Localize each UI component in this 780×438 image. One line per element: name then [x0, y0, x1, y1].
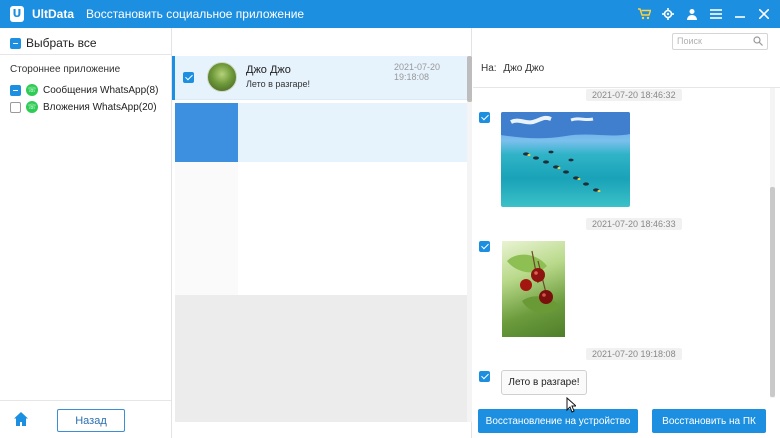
- left-panel: Выбрать все Стороннее приложение ☏ Сообщ…: [0, 28, 172, 438]
- chat-list-item[interactable]: Джо Джо Лето в разгаре! 2021-07-20 19:18…: [172, 56, 468, 100]
- home-icon[interactable]: [13, 411, 29, 427]
- mouse-cursor-icon: [566, 397, 576, 413]
- message-checkbox[interactable]: [479, 112, 490, 123]
- recipient-name: Джо Джо: [503, 63, 545, 74]
- chat-time: 2021-07-20 19:18:08: [394, 62, 441, 82]
- tree-item-label: Сообщения WhatsApp(8): [43, 84, 159, 96]
- whatsapp-icon: ☏: [26, 84, 38, 96]
- app-name: UltData: [32, 7, 75, 21]
- tree-item-whatsapp-attachments[interactable]: ☏ Вложения WhatsApp(20): [10, 101, 157, 113]
- titlebar-controls: [632, 0, 776, 28]
- tree-item-whatsapp-messages[interactable]: ☏ Сообщения WhatsApp(8): [10, 84, 158, 96]
- window-subtitle: Восстановить социальное приложение: [86, 7, 305, 21]
- search-icon[interactable]: [753, 36, 763, 46]
- close-icon[interactable]: [752, 0, 776, 28]
- select-all-label: Выбрать все: [26, 36, 97, 50]
- scrollbar-track: [467, 102, 472, 422]
- divider: [0, 54, 171, 55]
- select-all-checkbox[interactable]: [10, 37, 21, 49]
- settings-icon[interactable]: [656, 0, 680, 28]
- message-timestamp: 2021-07-20 18:46:33: [586, 218, 682, 230]
- recipient-header: На: Джо Джо: [481, 63, 544, 74]
- whatsapp-icon: ☏: [26, 101, 38, 113]
- minimize-icon[interactable]: [728, 0, 752, 28]
- cart-icon[interactable]: [632, 0, 656, 28]
- message-checkbox[interactable]: [479, 371, 490, 382]
- message-timestamp: 2021-07-20 19:18:08: [586, 348, 682, 360]
- placeholder-block: [175, 162, 238, 295]
- avatar: [207, 62, 237, 92]
- placeholder-block: [175, 103, 238, 162]
- whatsapp-attachments-checkbox[interactable]: [10, 101, 21, 113]
- back-button[interactable]: Назад: [57, 409, 125, 432]
- active-indicator: [172, 56, 175, 100]
- title-bar: U UltData Восстановить социальное прилож…: [0, 0, 780, 28]
- placeholder-block: [238, 103, 470, 162]
- scrollbar-thumb[interactable]: [770, 187, 775, 397]
- restore-to-device-button[interactable]: Восстановление на устройство: [478, 409, 638, 433]
- message-checkbox[interactable]: [479, 241, 490, 252]
- user-icon[interactable]: [680, 0, 704, 28]
- app-logo-icon: U: [10, 6, 24, 22]
- section-label: Стороннее приложение: [10, 64, 121, 75]
- chat-preview: Лето в разгаре!: [246, 79, 311, 89]
- scrollbar-thumb[interactable]: [467, 56, 472, 102]
- message-image[interactable]: [501, 112, 630, 207]
- whatsapp-messages-checkbox[interactable]: [10, 84, 21, 96]
- search-input[interactable]: Поиск: [672, 33, 768, 50]
- restore-to-pc-button[interactable]: Восстановить на ПК: [652, 409, 766, 433]
- message-bubble[interactable]: Лето в разгаре!: [501, 370, 587, 395]
- divider: [473, 87, 780, 88]
- message-image[interactable]: [502, 241, 565, 337]
- search-placeholder: Поиск: [677, 36, 702, 46]
- left-footer: Назад: [0, 400, 171, 438]
- select-all[interactable]: Выбрать все: [10, 36, 97, 50]
- chat-checkbox[interactable]: [183, 72, 194, 83]
- tree-item-label: Вложения WhatsApp(20): [43, 101, 157, 113]
- chat-name: Джо Джо: [246, 64, 291, 76]
- message-timestamp: 2021-07-20 18:46:32: [586, 89, 682, 101]
- menu-icon[interactable]: [704, 0, 728, 28]
- placeholder-block: [175, 295, 470, 422]
- recipient-prefix: На:: [481, 63, 497, 74]
